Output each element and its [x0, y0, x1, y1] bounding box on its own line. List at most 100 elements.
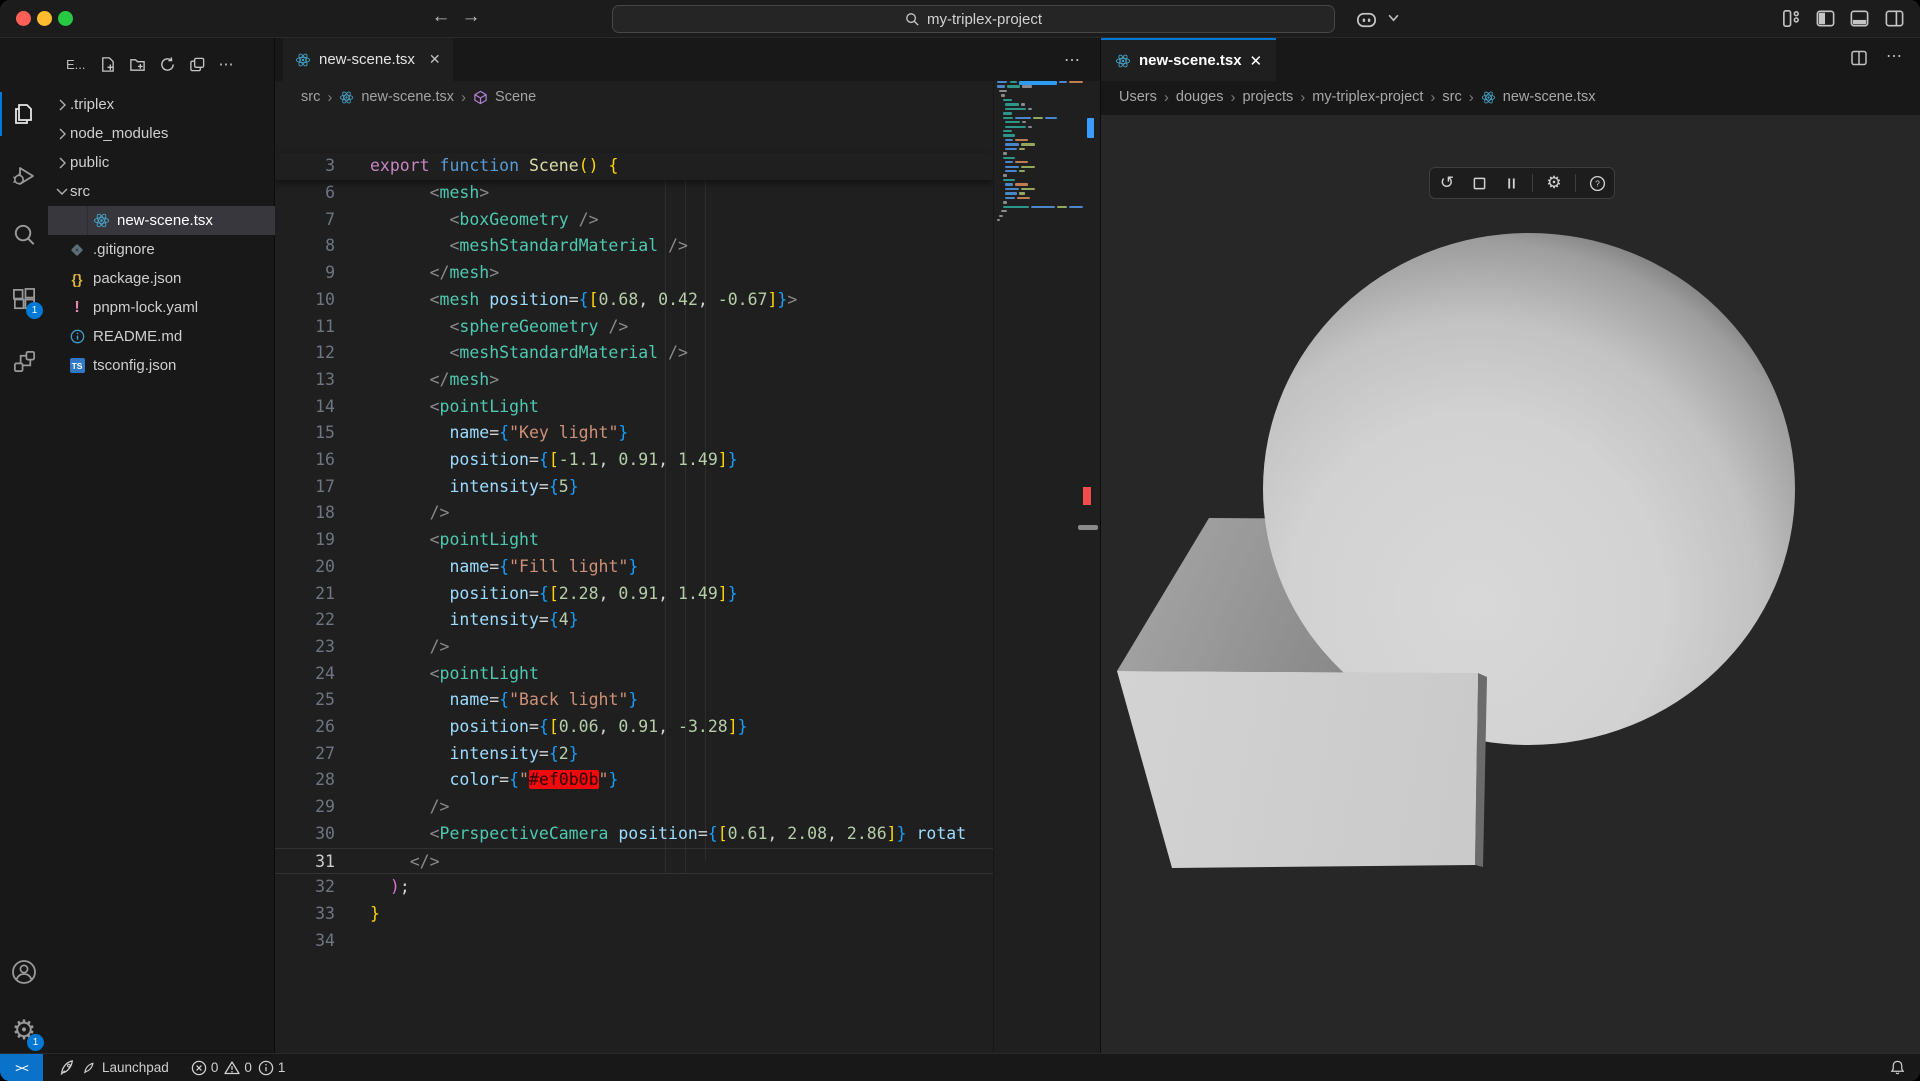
tab-new-scene[interactable]: new-scene.tsx ✕	[283, 38, 453, 81]
code-line[interactable]: 23 />	[275, 634, 993, 661]
code-line[interactable]: 32 );	[275, 874, 993, 901]
code-line[interactable]: 19 <pointLight	[275, 527, 993, 554]
sidebar-item-explorer[interactable]	[0, 90, 48, 138]
code-line[interactable]: 30 <PerspectiveCamera position={[0.61, 2…	[275, 821, 993, 848]
new-file-icon[interactable]	[99, 56, 116, 73]
breadcrumb-symbol[interactable]: Scene	[495, 89, 536, 105]
tree-item-triplex-folder[interactable]: .triplex	[48, 90, 275, 119]
launchpad-button[interactable]: Launchpad	[51, 1054, 177, 1081]
settings-button[interactable]: ⚙ 1	[0, 1006, 48, 1054]
toggle-secondary-sidebar-icon[interactable]	[1884, 8, 1905, 29]
breadcrumb-projects[interactable]: projects	[1242, 89, 1293, 105]
sidebar-item-search[interactable]	[0, 210, 48, 258]
problems-button[interactable]: 0 0 1	[183, 1054, 294, 1081]
tab-new-scene-panel[interactable]: new-scene.tsx ✕	[1101, 38, 1276, 81]
breadcrumb-file[interactable]: new-scene.tsx	[361, 89, 454, 105]
scrollbar-handle[interactable]	[1078, 525, 1098, 530]
more-actions-icon[interactable]: ⋯	[219, 55, 236, 73]
breadcrumb-douges[interactable]: douges	[1176, 89, 1224, 105]
code-line[interactable]: 29 />	[275, 794, 993, 821]
command-center-search[interactable]: my-triplex-project	[612, 5, 1335, 33]
toggle-panel-icon[interactable]	[1849, 8, 1870, 29]
breadcrumb-file[interactable]: new-scene.tsx	[1503, 89, 1596, 105]
macos-zoom-button[interactable]	[58, 11, 73, 26]
tree-item-src-folder[interactable]: src	[48, 177, 275, 206]
sidebar-item-extensions[interactable]: 1	[0, 276, 48, 324]
tree-item-new-scene-file[interactable]: new-scene.tsx	[48, 206, 275, 235]
code-line[interactable]: 34	[275, 928, 993, 955]
split-editor-icon[interactable]	[1850, 49, 1868, 67]
frame-scene-icon[interactable]	[1468, 172, 1490, 194]
tree-item-readme-file[interactable]: README.md	[48, 322, 275, 351]
code-line[interactable]: 31 </>	[275, 848, 993, 875]
code-line[interactable]: 20 name={"Fill light"}	[275, 554, 993, 581]
code-line[interactable]: 6 <mesh>	[275, 180, 993, 207]
tree-item-pnpm-lock-file[interactable]: ! pnpm-lock.yaml	[48, 293, 275, 322]
code-line[interactable]: 8 <meshStandardMaterial />	[275, 233, 993, 260]
breadcrumb-project[interactable]: my-triplex-project	[1312, 89, 1423, 105]
undo-icon[interactable]: ↺	[1436, 172, 1458, 194]
breadcrumb-src[interactable]: src	[301, 89, 320, 105]
file-label: .triplex	[70, 96, 114, 113]
code-line[interactable]: 28 color={"#ef0b0b"}	[275, 767, 993, 794]
sticky-code-line[interactable]: 3export function Scene() {	[275, 153, 993, 180]
macos-close-button[interactable]	[16, 11, 31, 26]
help-icon[interactable]: ?	[1586, 172, 1608, 194]
code-line[interactable]: 7 <boxGeometry />	[275, 207, 993, 234]
breadcrumb-src[interactable]: src	[1442, 89, 1461, 105]
sidebar-item-run-debug[interactable]	[0, 152, 48, 200]
pause-icon[interactable]	[1500, 172, 1522, 194]
history-back-button[interactable]: ←	[428, 6, 454, 28]
gear-icon[interactable]: ⚙	[1543, 172, 1565, 194]
minimap[interactable]	[997, 81, 1087, 291]
chevron-down-icon	[54, 187, 70, 196]
code-line[interactable]: 17 intensity={5}	[275, 474, 993, 501]
code-line[interactable]: 33}	[275, 901, 993, 928]
accounts-button[interactable]	[0, 948, 48, 996]
editor-more-actions-icon[interactable]: ⋯	[1064, 50, 1082, 70]
code-editor[interactable]: 3export function Scene() {6 <mesh>7 <box…	[275, 113, 993, 1053]
history-forward-button[interactable]: →	[458, 6, 484, 28]
code-line[interactable]: 13 </mesh>	[275, 367, 993, 394]
macos-minimize-button[interactable]	[37, 11, 52, 26]
toggle-primary-sidebar-icon[interactable]	[1815, 8, 1836, 29]
tree-item-gitignore-file[interactable]: .gitignore	[48, 235, 275, 264]
code-line[interactable]: 16 position={[-1.1, 0.91, 1.49]}	[275, 447, 993, 474]
code-line[interactable]: 24 <pointLight	[275, 661, 993, 688]
code-line[interactable]: 26 position={[0.06, 0.91, -3.28]}	[275, 714, 993, 741]
minimap-line	[1005, 121, 1020, 123]
more-actions-icon[interactable]: ⋯	[1886, 46, 1904, 67]
code-line[interactable]: 9 </mesh>	[275, 260, 993, 287]
react-icon	[295, 52, 311, 68]
chevron-down-icon[interactable]	[1388, 14, 1399, 22]
new-folder-icon[interactable]	[129, 56, 146, 73]
collapse-folders-icon[interactable]	[189, 56, 206, 73]
code-line[interactable]: 18 />	[275, 500, 993, 527]
breadcrumb-users[interactable]: Users	[1119, 89, 1157, 105]
tree-item-public-folder[interactable]: public	[48, 148, 275, 177]
notifications-bell-icon[interactable]	[1889, 1059, 1906, 1076]
close-icon[interactable]: ✕	[1250, 52, 1263, 70]
minimap-line	[1028, 108, 1032, 110]
code-line[interactable]: 21 position={[2.28, 0.91, 1.49]}	[275, 581, 993, 608]
remote-indicator[interactable]: ><	[0, 1054, 43, 1081]
refresh-icon[interactable]	[159, 56, 176, 73]
customize-layout-icon[interactable]	[1781, 8, 1802, 29]
close-icon[interactable]: ✕	[429, 51, 441, 68]
code-line[interactable]: 27 intensity={2}	[275, 741, 993, 768]
code-line[interactable]: 22 intensity={4}	[275, 607, 993, 634]
breadcrumb: src › new-scene.tsx › Scene	[275, 81, 1100, 113]
code-line[interactable]: 25 name={"Back light"}	[275, 687, 993, 714]
tree-item-package-json-file[interactable]: {} package.json	[48, 264, 275, 293]
tree-item-node-modules-folder[interactable]: node_modules	[48, 119, 275, 148]
code-line[interactable]: 11 <sphereGeometry />	[275, 314, 993, 341]
code-line[interactable]: 14 <pointLight	[275, 394, 993, 421]
code-line[interactable]: 10 <mesh position={[0.68, 0.42, -0.67]}>	[275, 287, 993, 314]
sphere-mesh[interactable]	[1263, 233, 1795, 745]
sidebar-item-hierarchy[interactable]	[0, 337, 48, 385]
tree-item-tsconfig-file[interactable]: TS tsconfig.json	[48, 351, 275, 380]
code-line[interactable]: 15 name={"Key light"}	[275, 420, 993, 447]
code-line[interactable]: 12 <meshStandardMaterial />	[275, 340, 993, 367]
copilot-icon[interactable]	[1355, 8, 1378, 31]
scene-viewport[interactable]: ↺ ⚙ ?	[1101, 115, 1920, 1053]
